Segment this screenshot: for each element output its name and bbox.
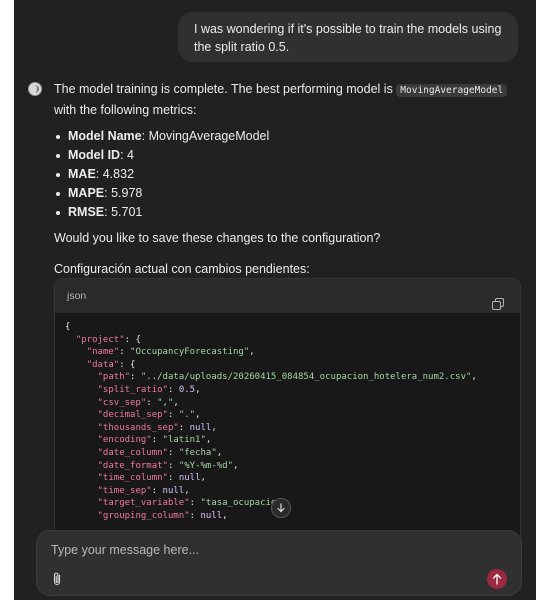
chat-window: I was wondering if it's possible to trai… [14,0,536,600]
send-button[interactable] [487,569,507,589]
metric-value: 5.978 [111,186,143,200]
code-key: "encoding" [97,435,152,446]
code-value: null [178,473,201,484]
paperclip-icon[interactable] [51,571,63,587]
code-key: "decimal_sep" [97,410,168,421]
code-value: "%Y-%m-%d" [178,460,233,471]
code-line: "decimal_sep": ".", [97,410,201,421]
code-value: "," [157,397,174,408]
code-line: "csv_sep": ",", [97,397,179,408]
assistant-avatar [28,82,42,96]
intro-text-after: with the following metrics: [54,102,197,117]
code-key: "date_format" [97,460,168,471]
code-key: "path" [97,372,131,383]
code-line: "project": { [75,334,141,345]
metric-label: Model Name [68,129,142,143]
code-line: "time_sep": null, [97,485,190,496]
code-line: "split_ratio": 0.5, [97,384,201,395]
metric-label: Model ID [68,148,121,162]
code-key: "split_ratio" [97,384,168,395]
metric-item: Model ID: 4 [54,146,514,165]
assistant-message: The model training is complete. The best… [54,80,514,278]
code-line: { [65,322,71,332]
metric-value: 4 [127,148,134,162]
code-language-label: json [67,290,87,302]
user-message: I was wondering if it's possible to trai… [178,12,518,62]
arrow-down-icon [277,503,285,513]
code-value: "../data/uploads/20260415_084854_ocupaci… [140,372,472,383]
code-value: "tasa_ocupacion [200,498,282,509]
code-line: "encoding": "latin1", [97,435,212,446]
arrow-up-icon [492,573,502,585]
code-line: "date_format": "%Y-%m-%d", [97,460,239,471]
code-line: "time_column": null, [97,473,206,484]
metric-value: MovingAverageModel [148,129,270,143]
metrics-list: Model Name: MovingAverageModel Model ID:… [54,127,514,222]
message-input[interactable] [49,537,473,563]
code-key: "name" [86,347,120,358]
code-value: null [189,422,212,433]
code-key: "date_column" [97,447,168,458]
code-value: null [162,485,185,496]
scroll-down-button[interactable] [271,498,291,518]
metric-item: Model Name: MovingAverageModel [54,127,514,146]
code-content: { "project": { "name": "OccupancyForecas… [55,313,520,523]
code-block: json { "project": { "name": "OccupancyFo… [54,278,521,570]
code-key: "time_column" [97,473,168,484]
metric-label: RMSE [68,205,105,219]
code-line: "grouping_column": null, [97,510,228,521]
code-value: "fecha" [178,447,217,458]
assistant-intro: The model training is complete. The best… [54,80,514,119]
code-line: "data": { [86,359,136,370]
copy-icon[interactable] [492,290,504,310]
metric-value: 5.701 [111,205,143,219]
code-line: "path": "../data/uploads/20260415_084854… [97,372,477,383]
config-title: Configuración actual con cambios pendien… [54,261,310,276]
code-line: "date_column": "fecha", [97,447,223,458]
code-value: "." [178,410,196,421]
code-line: "thousands_sep": null, [97,422,217,433]
code-key: "csv_sep" [97,397,147,408]
code-key: "target_variable" [97,498,190,509]
metric-label: MAE [68,167,96,181]
model-name-code: MovingAverageModel [396,84,508,97]
code-key: "time_sep" [97,485,152,496]
metric-item: MAE: 4.832 [54,165,514,184]
code-header: json [55,279,520,313]
intro-text-before: The model training is complete. The best… [54,82,397,96]
metric-item: MAPE: 5.978 [54,184,514,203]
code-value: 0.5 [178,384,196,395]
code-key: "project" [75,334,125,345]
metric-item: RMSE: 5.701 [54,203,514,222]
code-line: "target_variable": "tasa_ocupacion [97,498,282,509]
metric-value: 4.832 [102,167,135,181]
code-line: "name": "OccupancyForecasting", [86,347,255,358]
metric-label: MAPE [68,186,105,200]
code-value: "latin1" [162,435,206,446]
code-key: "grouping_column" [97,510,190,521]
code-value: "OccupancyForecasting" [130,347,250,358]
message-composer [36,530,522,596]
code-key: "data" [86,359,120,370]
code-key: "thousands_sep" [97,422,179,433]
code-value: null [200,510,223,521]
save-question: Would you like to save these changes to … [54,231,381,245]
